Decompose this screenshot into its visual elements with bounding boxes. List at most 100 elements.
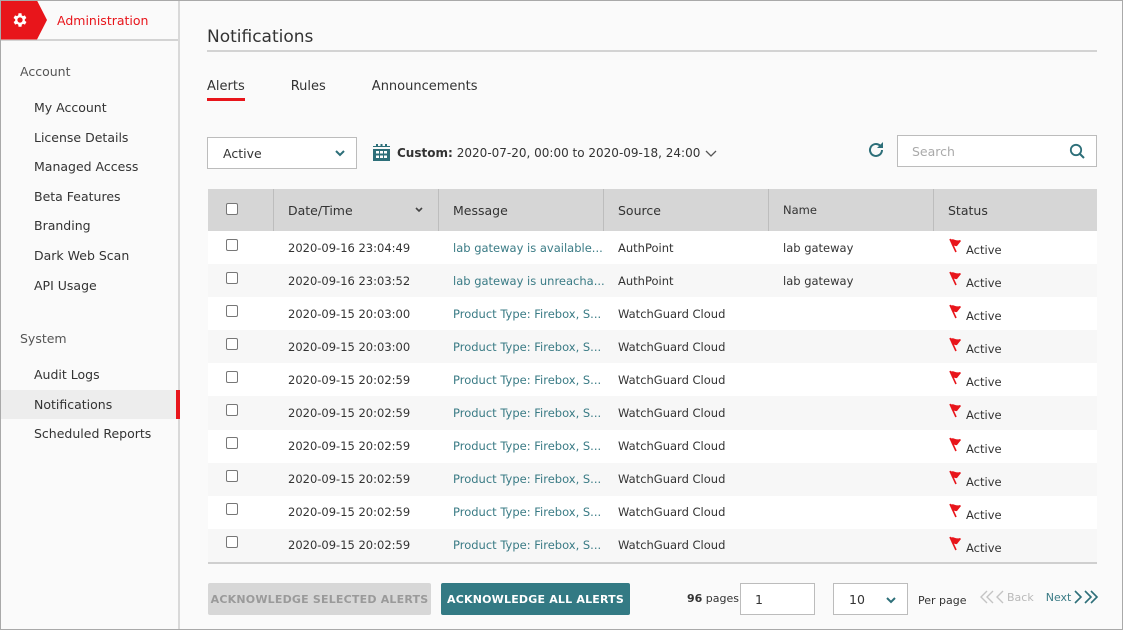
flag-icon bbox=[949, 404, 961, 418]
select-all-checkbox[interactable] bbox=[226, 203, 238, 215]
search-field[interactable] bbox=[897, 135, 1097, 167]
status-text: Active bbox=[966, 474, 1002, 489]
date-range-picker[interactable]: Custom: 2020-07-20, 00:00 to 2020-09-18,… bbox=[372, 143, 718, 162]
sidebar-item-my-account[interactable]: My Account bbox=[1, 93, 178, 123]
tab-alerts[interactable]: Alerts bbox=[207, 79, 245, 101]
sidebar-item-dark-web-scan[interactable]: Dark Web Scan bbox=[1, 241, 178, 271]
table-row[interactable]: 2020-09-15 20:02:59 Product Type: Firebo… bbox=[208, 462, 1097, 496]
table-row[interactable]: 2020-09-15 20:03:00 Product Type: Firebo… bbox=[208, 297, 1097, 331]
sidebar-item-license-details[interactable]: License Details bbox=[1, 123, 178, 153]
cell-status: Active bbox=[934, 264, 1097, 297]
row-select-cell bbox=[208, 430, 274, 463]
acknowledge-selected-button[interactable]: ACKNOWLEDGE SELECTED ALERTS bbox=[208, 583, 431, 615]
row-checkbox[interactable] bbox=[226, 503, 238, 516]
flag-icon bbox=[949, 470, 961, 484]
table-row[interactable]: 2020-09-16 23:04:49 lab gateway is avail… bbox=[208, 231, 1097, 265]
page-number-input[interactable] bbox=[740, 583, 815, 615]
column-header-status[interactable]: Status bbox=[934, 189, 1097, 231]
sidebar-item-notifications[interactable]: Notifications bbox=[1, 389, 180, 420]
cell-name: lab gateway bbox=[783, 273, 854, 288]
cell-name bbox=[769, 297, 934, 330]
table-row[interactable]: 2020-09-15 20:02:59 Product Type: Firebo… bbox=[208, 495, 1097, 529]
table-row[interactable]: 2020-09-15 20:02:59 Product Type: Firebo… bbox=[208, 429, 1097, 463]
table-row[interactable]: 2020-09-15 20:02:59 Product Type: Firebo… bbox=[208, 363, 1097, 397]
flag-icon bbox=[949, 536, 961, 551]
cell-datetime: 2020-09-16 23:04:49 bbox=[288, 240, 411, 255]
table-row[interactable]: 2020-09-16 23:03:52 lab gateway is unrea… bbox=[208, 264, 1097, 298]
cell-datetime: 2020-09-15 20:02:59 bbox=[288, 406, 411, 421]
date-range-value: 2020-07-20, 00:00 to 2020-09-18, 24:00 bbox=[456, 145, 701, 160]
chevron-right-icon[interactable] bbox=[1073, 589, 1083, 605]
cell-source: WatchGuard Cloud bbox=[618, 406, 726, 421]
page-title: Notifications bbox=[207, 27, 1097, 52]
nav-heading: Account bbox=[20, 64, 71, 79]
per-page-select[interactable]: 10 bbox=[833, 583, 908, 615]
sidebar-item-beta-features[interactable]: Beta Features bbox=[1, 182, 178, 212]
main-content: Notifications Alerts Rules Announcements A… bbox=[182, 1, 1122, 629]
row-checkbox[interactable] bbox=[226, 238, 238, 251]
back-button[interactable]: Back bbox=[1007, 591, 1034, 604]
cell-message-link[interactable]: lab gateway is available.... bbox=[439, 231, 604, 264]
row-checkbox[interactable] bbox=[226, 337, 238, 350]
tab-announcements[interactable]: Announcements bbox=[372, 79, 478, 100]
chevron-left-icon[interactable] bbox=[995, 589, 1005, 605]
column-header-name[interactable]: Name bbox=[769, 189, 934, 231]
column-header-datetime[interactable]: Date/Time bbox=[274, 189, 439, 231]
flag-icon bbox=[949, 238, 961, 253]
cell-datetime: 2020-09-15 20:02:59 bbox=[288, 538, 411, 553]
cell-message-link[interactable]: Product Type: Firebox, S... bbox=[439, 529, 604, 562]
flag-icon bbox=[949, 503, 961, 518]
select-all-cell bbox=[208, 189, 274, 231]
chevron-down-icon bbox=[705, 150, 717, 157]
row-checkbox[interactable] bbox=[226, 536, 238, 549]
flag-icon bbox=[949, 304, 961, 319]
row-checkbox[interactable] bbox=[226, 404, 238, 417]
table-row[interactable]: 2020-09-15 20:02:59 Product Type: Firebo… bbox=[208, 528, 1097, 562]
row-checkbox[interactable] bbox=[226, 304, 238, 317]
cell-message-link[interactable]: Product Type: Firebox, S... bbox=[439, 330, 604, 363]
table-row[interactable]: 2020-09-15 20:02:59 Product Type: Firebo… bbox=[208, 396, 1097, 430]
cell-message-link[interactable]: Product Type: Firebox, S... bbox=[439, 496, 604, 529]
cell-name bbox=[769, 463, 934, 496]
row-checkbox[interactable] bbox=[226, 370, 238, 383]
table-row[interactable]: 2020-09-15 20:03:00 Product Type: Firebo… bbox=[208, 330, 1097, 364]
sidebar-item-branding[interactable]: Branding bbox=[1, 211, 178, 241]
search-input[interactable] bbox=[898, 136, 1058, 166]
row-select-cell bbox=[208, 231, 274, 264]
acknowledge-all-button[interactable]: ACKNOWLEDGE ALL ALERTS bbox=[441, 583, 630, 615]
cell-source: WatchGuard Cloud bbox=[618, 372, 726, 387]
cell-message-link[interactable]: Product Type: Firebox, S... bbox=[439, 363, 604, 396]
status-filter-select[interactable]: Active bbox=[207, 137, 357, 169]
row-select-cell bbox=[208, 529, 274, 562]
alerts-table: Date/Time Message Source Name Status 202… bbox=[208, 189, 1097, 564]
cell-message-link[interactable]: Product Type: Firebox, S... bbox=[439, 430, 604, 463]
cell-source: WatchGuard Cloud bbox=[618, 505, 726, 520]
cell-message-link[interactable]: Product Type: Firebox, S... bbox=[439, 463, 604, 496]
gear-icon bbox=[13, 13, 27, 27]
column-header-source[interactable]: Source bbox=[604, 189, 769, 231]
sidebar-item-scheduled-reports[interactable]: Scheduled Reports bbox=[1, 419, 178, 449]
last-page-icon[interactable] bbox=[1083, 589, 1099, 605]
sidebar-item-api-usage[interactable]: API Usage bbox=[1, 271, 178, 301]
refresh-icon[interactable] bbox=[866, 140, 886, 160]
tab-rules[interactable]: Rules bbox=[291, 79, 326, 100]
cell-datetime: 2020-09-15 20:03:00 bbox=[288, 306, 411, 321]
status-text: Active bbox=[966, 441, 1002, 456]
cell-message-link[interactable]: Product Type: Firebox, S... bbox=[439, 297, 604, 330]
sidebar-item-audit-logs[interactable]: Audit Logs bbox=[1, 360, 178, 390]
sidebar-item-managed-access[interactable]: Managed Access bbox=[1, 152, 178, 182]
cell-status: Active bbox=[934, 463, 1097, 496]
column-header-message[interactable]: Message bbox=[439, 189, 604, 231]
search-icon[interactable] bbox=[1069, 143, 1086, 160]
cell-message-link[interactable]: lab gateway is unreacha... bbox=[439, 264, 604, 297]
table-body: 2020-09-16 23:04:49 lab gateway is avail… bbox=[208, 231, 1097, 562]
first-page-icon[interactable] bbox=[979, 589, 995, 605]
next-button[interactable]: Next bbox=[1046, 591, 1072, 604]
row-checkbox[interactable] bbox=[226, 437, 238, 450]
row-checkbox[interactable] bbox=[226, 470, 238, 483]
cell-source: WatchGuard Cloud bbox=[618, 306, 726, 321]
cell-message-link[interactable]: Product Type: Firebox, S... bbox=[439, 396, 604, 429]
cell-status: Active bbox=[934, 363, 1097, 396]
row-checkbox[interactable] bbox=[226, 271, 238, 284]
row-select-cell bbox=[208, 297, 274, 330]
